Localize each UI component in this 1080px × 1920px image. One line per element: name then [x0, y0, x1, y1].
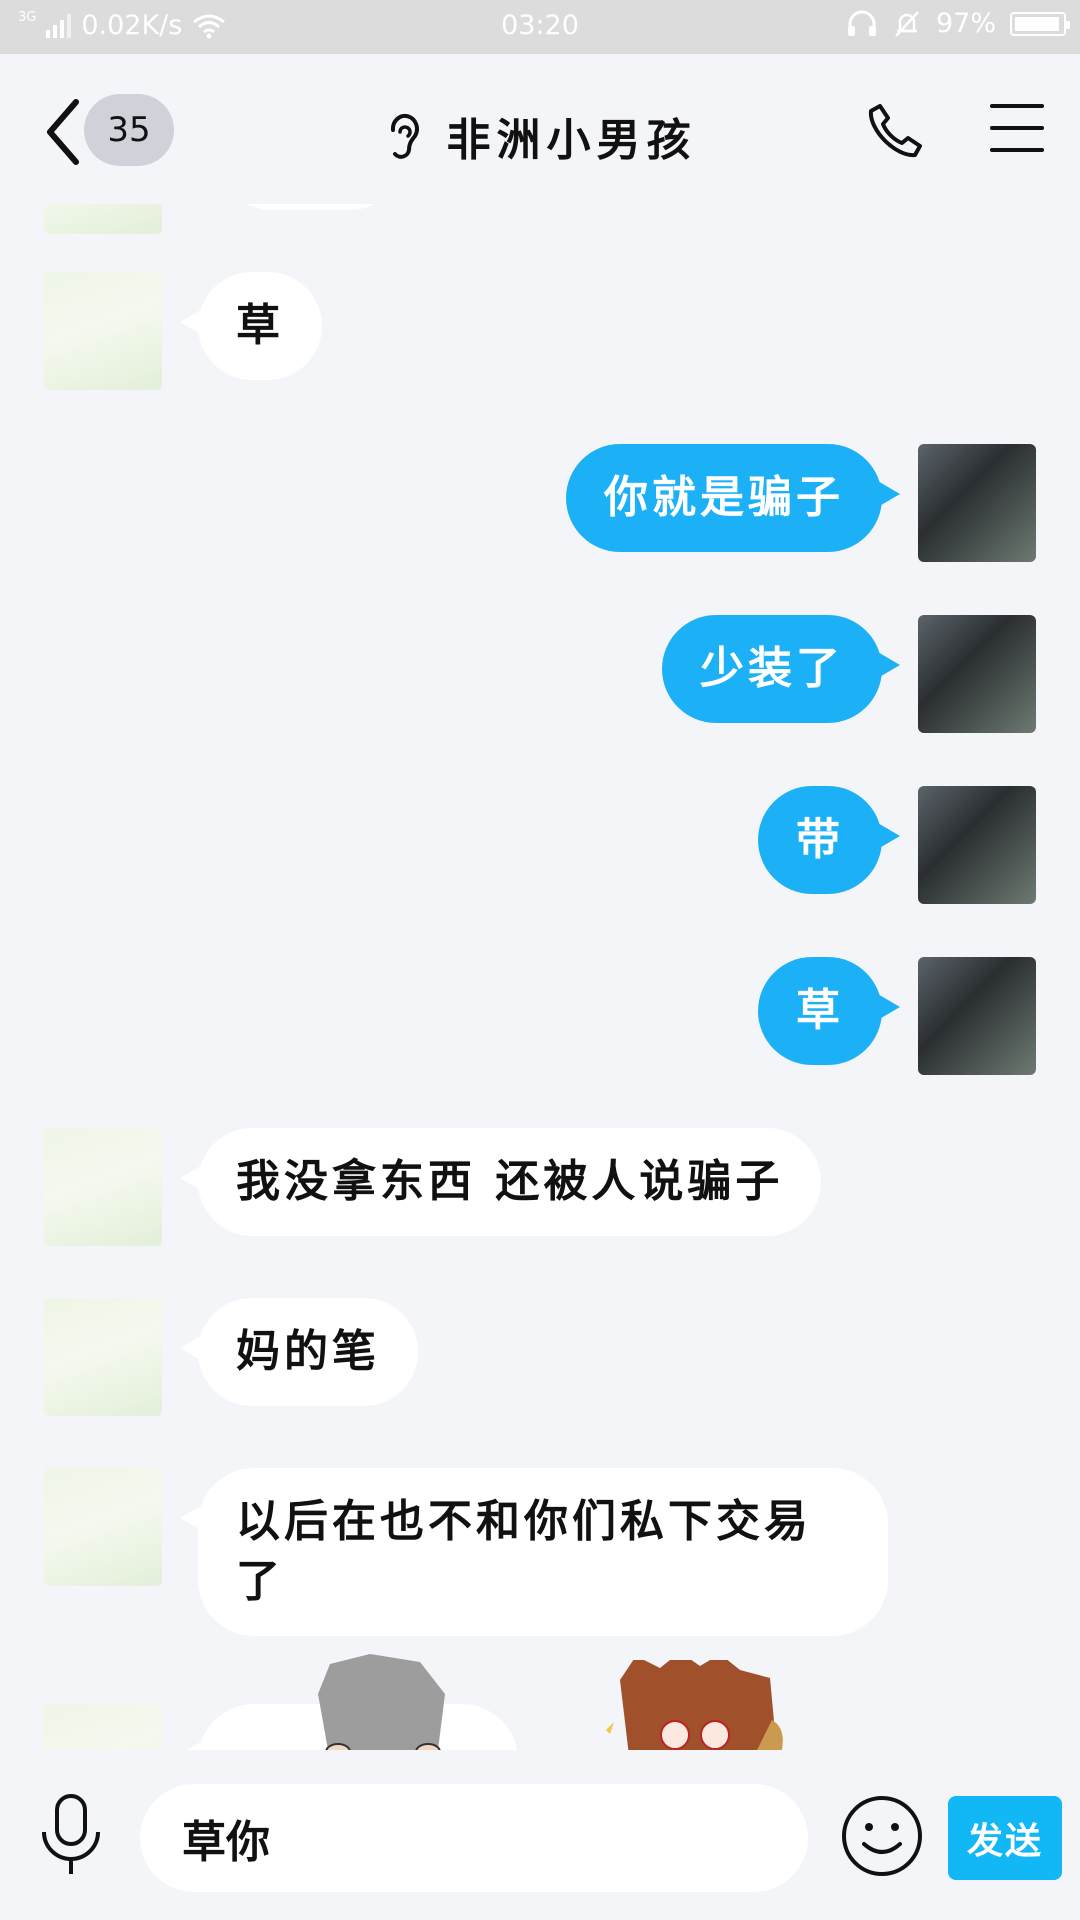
- avatar[interactable]: [918, 957, 1036, 1075]
- menu-icon[interactable]: [990, 104, 1044, 154]
- message-bubble[interactable]: 我没拿东西 还被人说骗子: [179, 1128, 822, 1236]
- send-button[interactable]: 发送: [948, 1796, 1062, 1880]
- avatar[interactable]: [44, 1704, 162, 1750]
- brown-hair-character-sticker: [606, 1660, 783, 1750]
- message-bubble[interactable]: 少装了: [662, 615, 900, 723]
- avatar[interactable]: [918, 615, 1036, 733]
- message-bubble[interactable]: 草: [180, 272, 322, 380]
- message-bubble[interactable]: 草: [758, 957, 900, 1065]
- chat-header: 35 非洲小男孩: [0, 54, 1080, 204]
- message-bubble[interactable]: 妈的笔: [180, 1298, 418, 1406]
- message-input[interactable]: [140, 1784, 808, 1892]
- status-bar: 3G 0.02K/s 03:20 97%: [0, 0, 1080, 54]
- phone-icon[interactable]: [866, 102, 924, 160]
- message-bubble[interactable]: 带: [758, 786, 900, 894]
- avatar[interactable]: [44, 1128, 162, 1246]
- avatar[interactable]: [44, 272, 162, 390]
- message-bubble[interactable]: 你就是骗子: [566, 444, 900, 552]
- avatar[interactable]: [918, 786, 1036, 904]
- gray-character-sticker: [318, 1654, 445, 1750]
- message-bubble[interactable]: [216, 204, 406, 210]
- message-bubble[interactable]: 以后在也不和你们私下交易了: [180, 1468, 888, 1636]
- avatar[interactable]: [44, 204, 162, 234]
- ear-icon: [391, 113, 420, 159]
- message-list[interactable]: 草 你就是骗子 少装了 带 草 我没拿东西 还被人说骗子 妈的笔 以后在也不和你…: [0, 204, 1080, 1750]
- battery-icon: [1010, 11, 1070, 36]
- headset-icon: [847, 10, 876, 36]
- avatar[interactable]: [44, 1468, 162, 1586]
- battery-percent: 97%: [935, 8, 996, 39]
- avatar[interactable]: [918, 444, 1036, 562]
- input-bar: 发送: [0, 1750, 1080, 1920]
- bell-muted-icon: [895, 10, 919, 37]
- emoji-icon[interactable]: [840, 1794, 924, 1878]
- microphone-icon[interactable]: [36, 1790, 106, 1880]
- avatar[interactable]: [44, 1298, 162, 1416]
- page-title: 非洲小男孩: [446, 115, 697, 166]
